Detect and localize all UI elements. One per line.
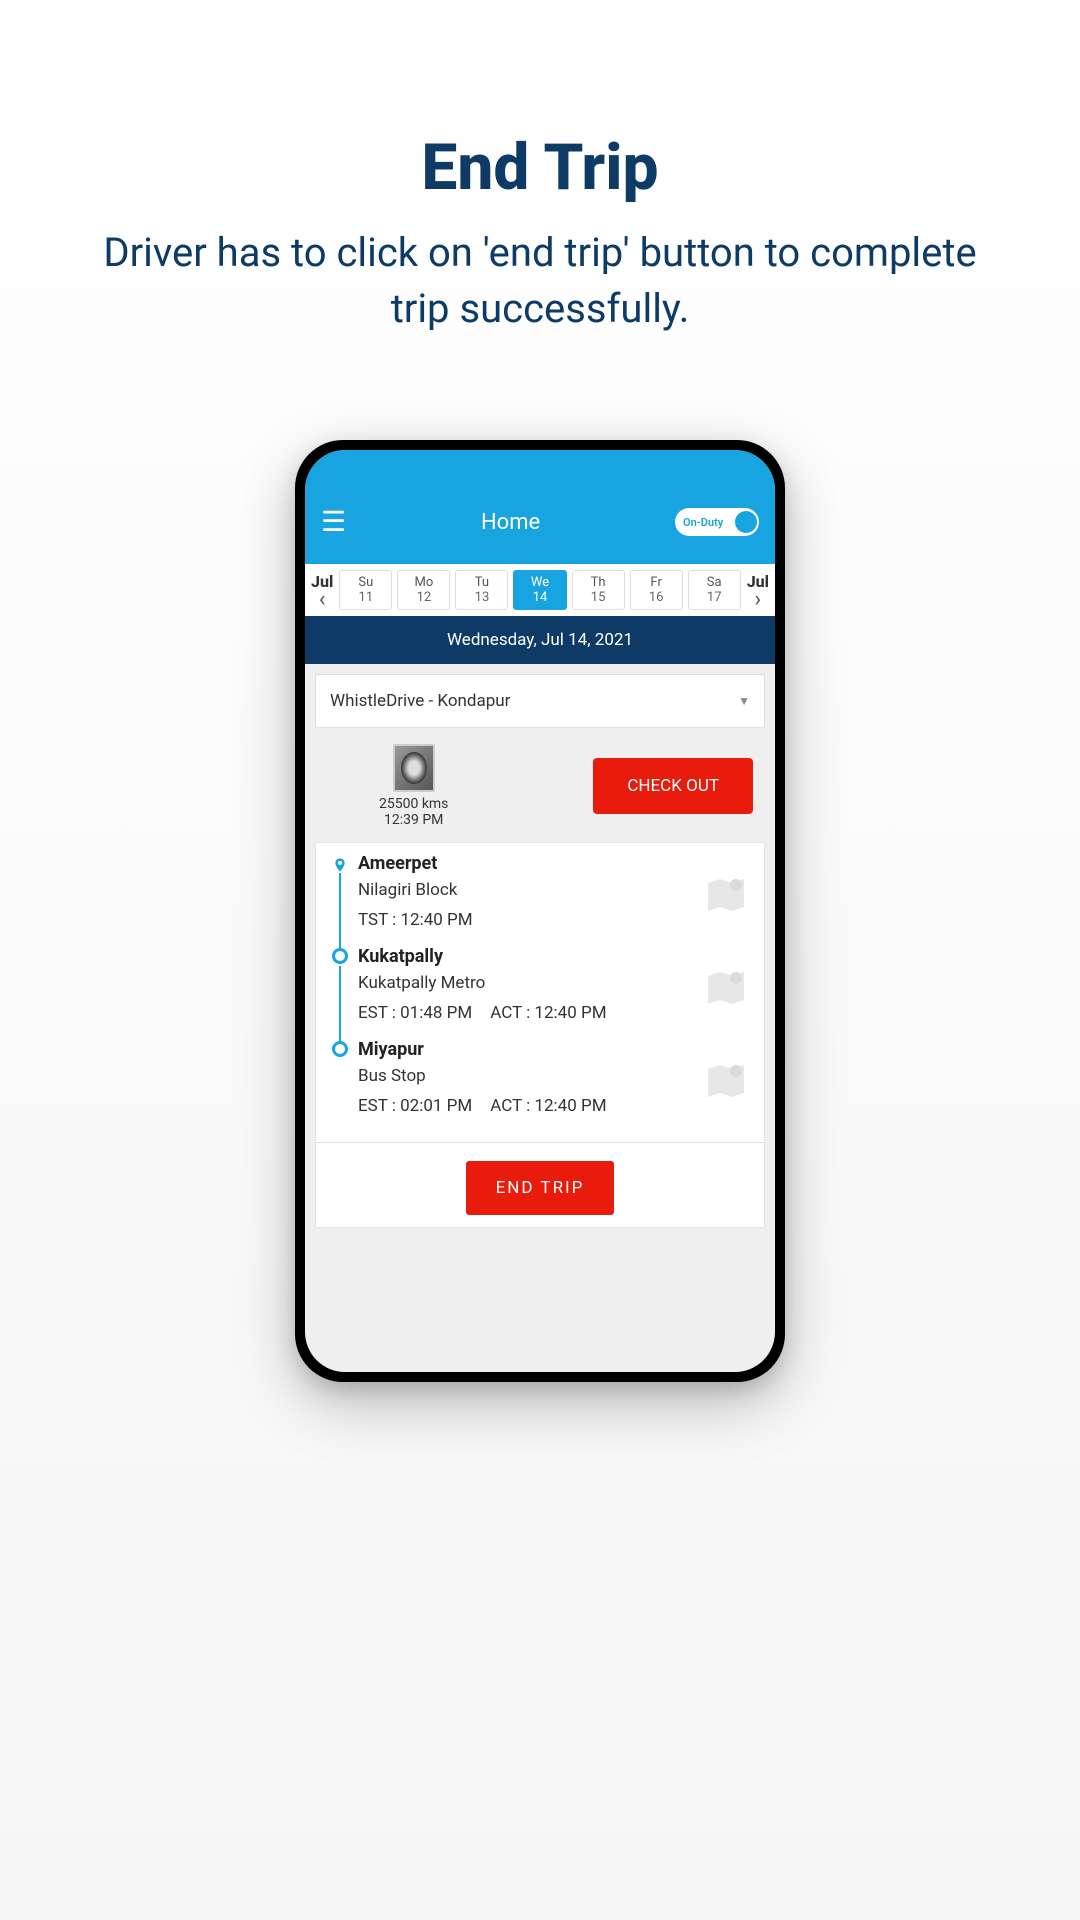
stop-est: EST : 02:01 PM <box>358 1096 472 1116</box>
stops-card: Ameerpet Nilagiri Block TST : 12:40 PM Kuka… <box>315 842 765 1228</box>
route-select[interactable]: WhistleDrive - Kondapur ▼ <box>315 674 765 728</box>
stop-row: Ameerpet Nilagiri Block TST : 12:40 PM <box>330 853 750 946</box>
day-num: 14 <box>514 590 565 605</box>
day-name: Su <box>340 575 391 590</box>
day-num: 16 <box>631 590 682 605</box>
day-num: 12 <box>398 590 449 605</box>
stop-row: Kukatpally Kukatpally Metro EST : 01:48 PM… <box>330 946 750 1039</box>
stop-act: ACT : 12:40 PM <box>490 1003 606 1023</box>
menu-icon[interactable]: ☰ <box>321 508 346 536</box>
route-select-value: WhistleDrive - Kondapur <box>330 691 510 711</box>
map-icon[interactable] <box>702 871 750 913</box>
endtrip-button[interactable]: END TRIP <box>466 1161 615 1215</box>
endtrip-wrap: END TRIP <box>330 1155 750 1215</box>
stop-times: EST : 02:01 PM ACT : 12:40 PM <box>358 1096 694 1116</box>
day-cells: Su11Mo12Tu13We14Th15Fr16Sa17 <box>339 570 740 610</box>
odometer-image <box>393 744 435 792</box>
stops-list: Ameerpet Nilagiri Block TST : 12:40 PM Kuka… <box>330 853 750 1132</box>
map-icon[interactable] <box>702 964 750 1006</box>
stop-info: Miyapur Bus Stop EST : 02:01 PM ACT : 12:40… <box>358 1039 694 1116</box>
chevron-down-icon: ▼ <box>738 694 750 708</box>
toggle-knob <box>735 511 757 533</box>
odometer-kms: 25500 kms <box>379 796 448 812</box>
day-name: Fr <box>631 575 682 590</box>
odometer-time: 12:39 PM <box>379 812 448 828</box>
stop-act: ACT : 12:40 PM <box>490 1096 606 1116</box>
day-name: Mo <box>398 575 449 590</box>
divider <box>316 1142 764 1143</box>
stop-est: TST : 12:40 PM <box>358 910 473 930</box>
stop-name: Ameerpet <box>358 853 694 874</box>
date-bar: Wednesday, Jul 14, 2021 <box>305 616 775 664</box>
content-area: WhistleDrive - Kondapur ▼ 25500 kms 12:3… <box>305 664 775 1238</box>
stop-name: Miyapur <box>358 1039 694 1060</box>
stop-info: Ameerpet Nilagiri Block TST : 12:40 PM <box>358 853 694 930</box>
day-name: Tu <box>456 575 507 590</box>
day-num: 13 <box>456 590 507 605</box>
stop-info: Kukatpally Kukatpally Metro EST : 01:48 PM… <box>358 946 694 1023</box>
app-header: ☰ Home On-Duty <box>305 450 775 564</box>
stop-row: Miyapur Bus Stop EST : 02:01 PM ACT : 12:40… <box>330 1039 750 1132</box>
month-nav-left[interactable]: Jul ‹ <box>309 572 335 609</box>
stop-sub: Nilagiri Block <box>358 880 694 900</box>
promo-subtitle: Driver has to click on 'end trip' button… <box>90 225 990 337</box>
checkout-button[interactable]: CHECK OUT <box>593 758 753 814</box>
stop-sub: Bus Stop <box>358 1066 694 1086</box>
day-num: 17 <box>689 590 740 605</box>
calendar-strip: Jul ‹ Su11Mo12Tu13We14Th15Fr16Sa17 Jul › <box>305 564 775 616</box>
odometer-info: 25500 kms 12:39 PM <box>379 744 448 828</box>
map-icon[interactable] <box>702 1057 750 1099</box>
day-cell-14[interactable]: We14 <box>513 570 566 610</box>
day-cell-15[interactable]: Th15 <box>572 570 625 610</box>
stop-name: Kukatpally <box>358 946 694 967</box>
odometer-row: 25500 kms 12:39 PM CHECK OUT <box>315 738 765 842</box>
day-cell-16[interactable]: Fr16 <box>630 570 683 610</box>
day-num: 11 <box>340 590 391 605</box>
day-cell-11[interactable]: Su11 <box>339 570 392 610</box>
stop-times: TST : 12:40 PM <box>358 910 694 930</box>
duty-toggle[interactable]: On-Duty <box>675 508 759 536</box>
promo-title: End Trip <box>0 130 1080 205</box>
month-nav-right[interactable]: Jul › <box>745 572 771 609</box>
promo-header: End Trip Driver has to click on 'end tri… <box>0 0 1080 337</box>
phone-frame: ☰ Home On-Duty Jul ‹ Su11Mo12Tu13We14Th1… <box>295 440 785 1382</box>
stop-times: EST : 01:48 PM ACT : 12:40 PM <box>358 1003 694 1023</box>
stop-marker <box>330 1039 350 1057</box>
day-name: We <box>514 575 565 590</box>
day-num: 15 <box>573 590 624 605</box>
day-cell-17[interactable]: Sa17 <box>688 570 741 610</box>
chevron-left-icon[interactable]: ‹ <box>311 591 333 609</box>
stop-circle-icon <box>332 948 348 964</box>
stop-sub: Kukatpally Metro <box>358 973 694 993</box>
day-name: Sa <box>689 575 740 590</box>
page-title: Home <box>481 510 540 535</box>
day-name: Th <box>573 575 624 590</box>
day-cell-13[interactable]: Tu13 <box>455 570 508 610</box>
duty-label: On-Duty <box>683 516 723 529</box>
chevron-right-icon[interactable]: › <box>747 591 769 609</box>
stop-est: EST : 01:48 PM <box>358 1003 472 1023</box>
phone-screen: ☰ Home On-Duty Jul ‹ Su11Mo12Tu13We14Th1… <box>305 450 775 1372</box>
location-pin-icon <box>332 855 348 875</box>
day-cell-12[interactable]: Mo12 <box>397 570 450 610</box>
stop-marker <box>330 853 350 875</box>
stop-circle-icon <box>332 1041 348 1057</box>
stop-marker <box>330 946 350 964</box>
